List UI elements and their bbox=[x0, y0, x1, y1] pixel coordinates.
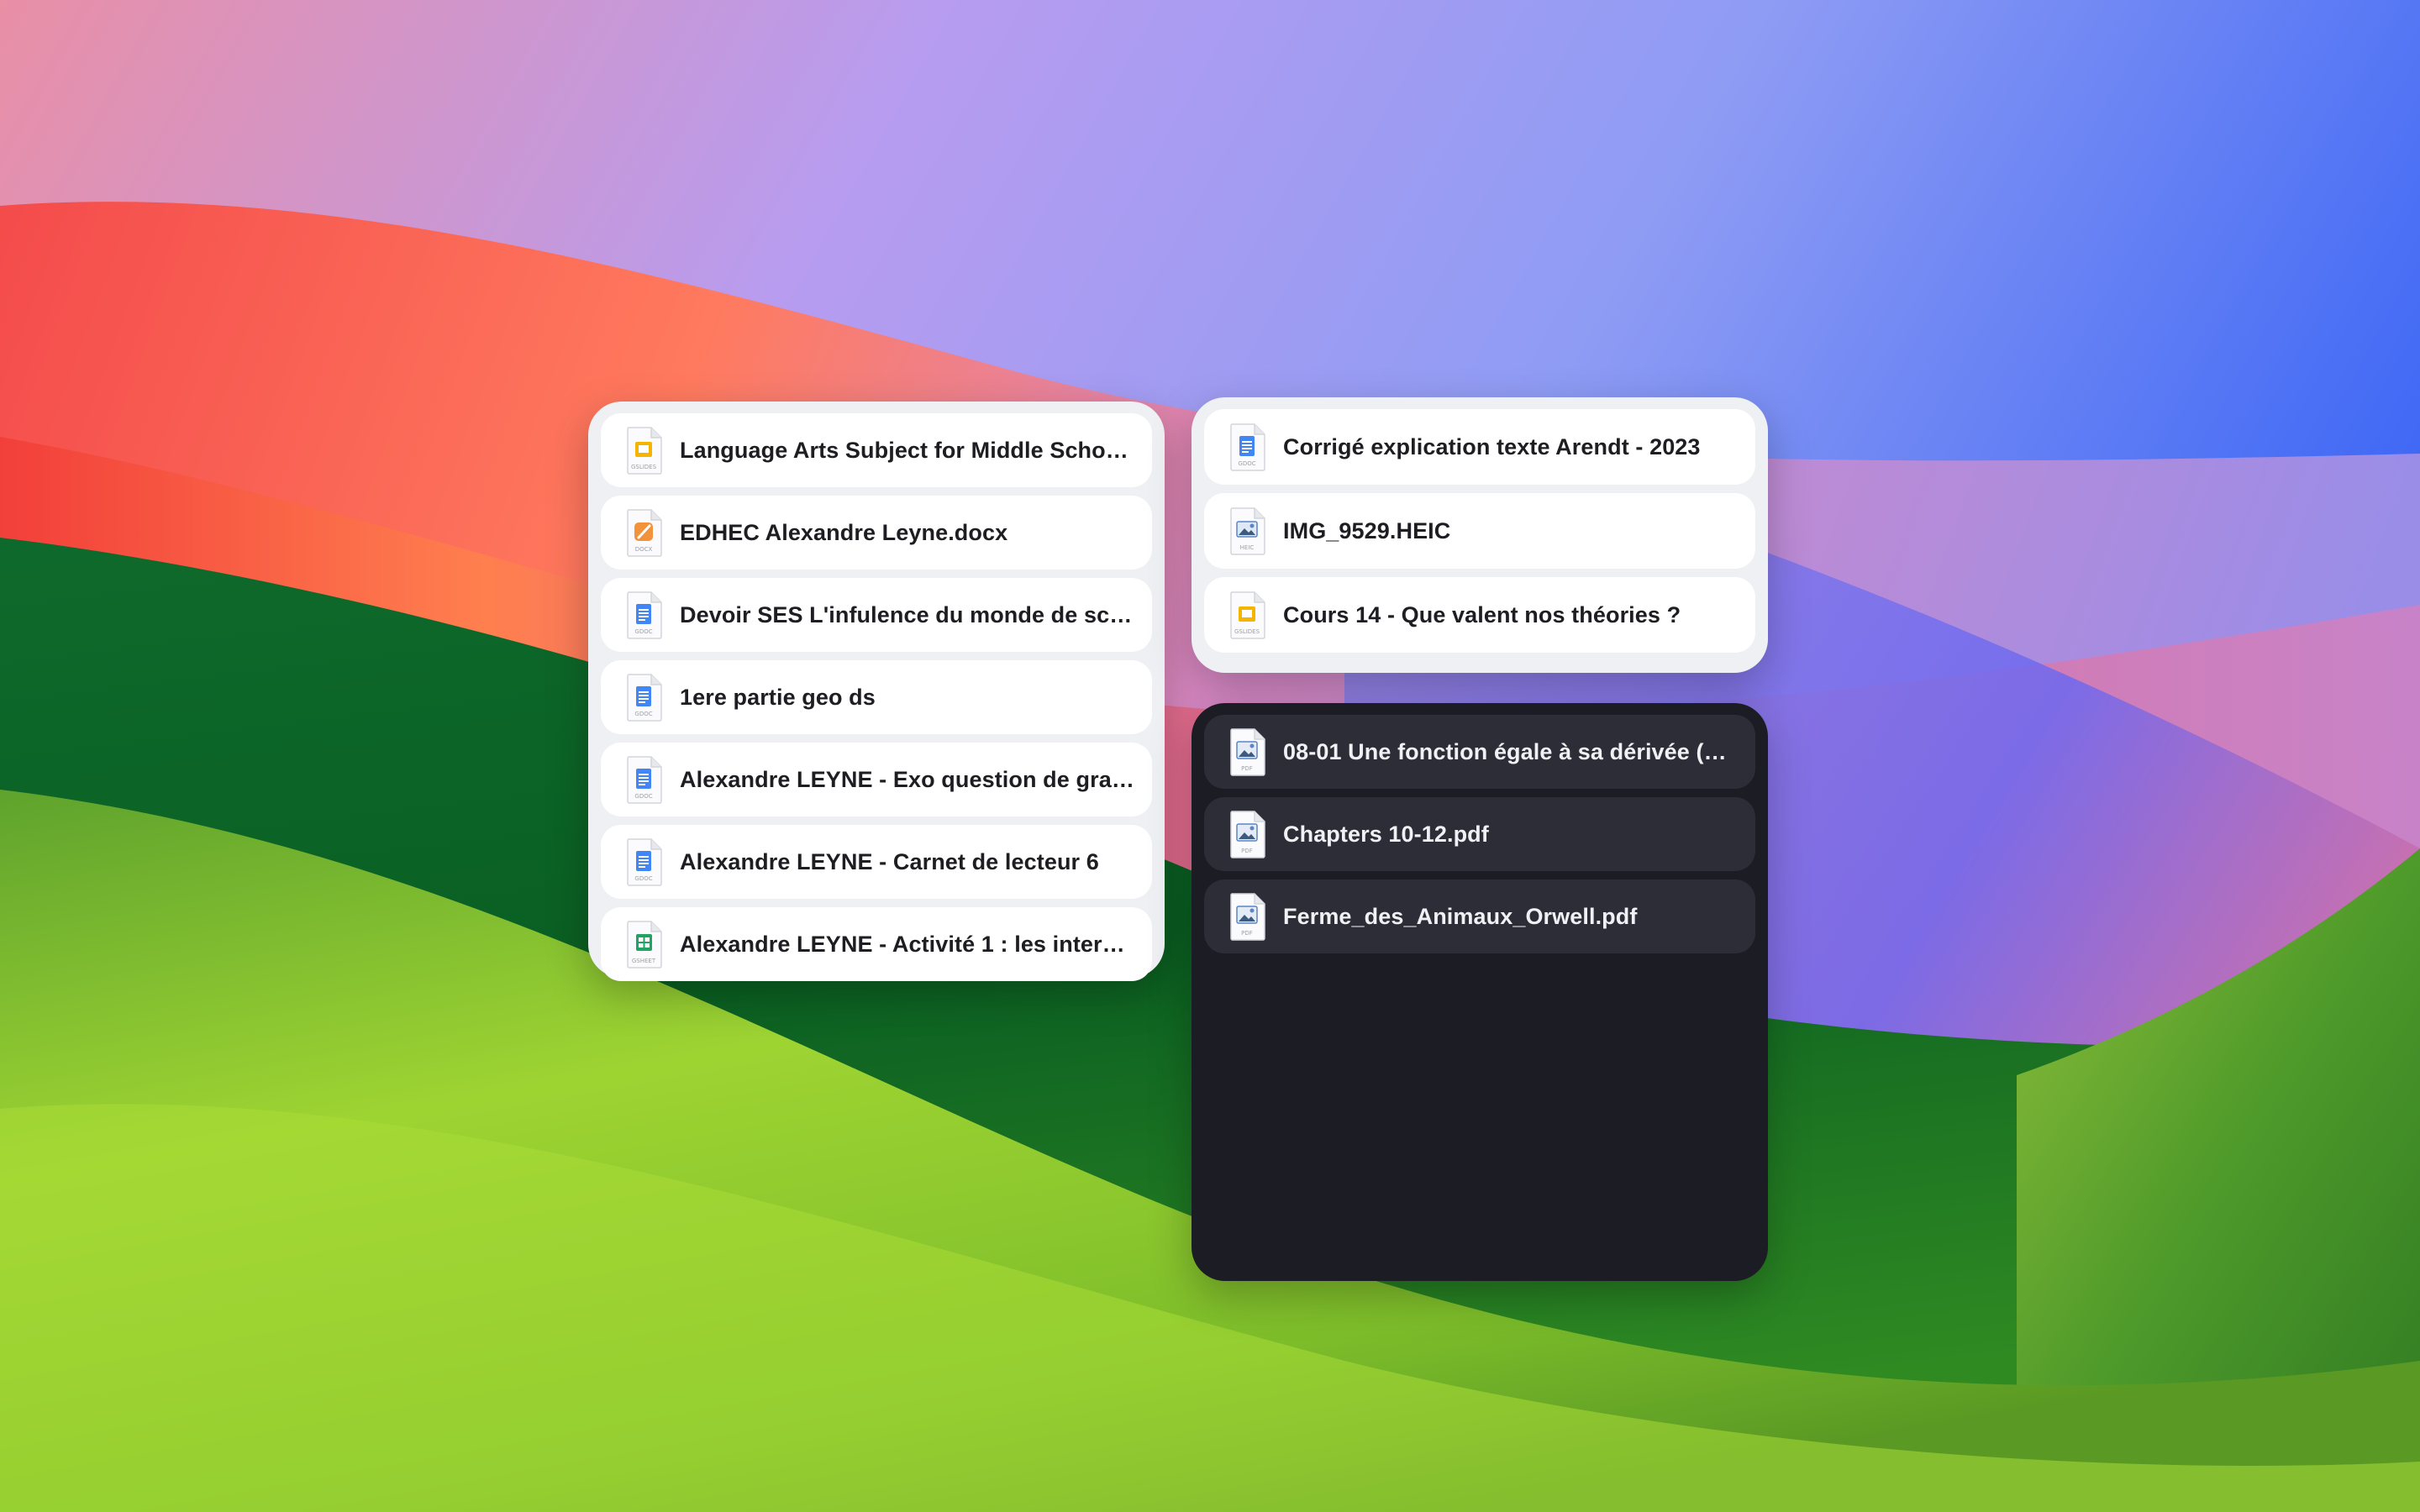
cloud-files-widget: GDOC Corrigé explication texte Arendt - … bbox=[1192, 397, 1768, 673]
file-row[interactable]: GDOC Alexandre LEYNE - Exo question de g… bbox=[601, 743, 1152, 816]
file-name: IMG_9529.HEIC bbox=[1283, 517, 1451, 543]
file-name: EDHEC Alexandre Leyne.docx bbox=[680, 519, 1008, 545]
doc-file-icon: GDOC bbox=[626, 673, 663, 722]
doc-file-icon: GDOC bbox=[626, 755, 663, 804]
file-name: 08-01 Une fonction égale à sa dérivée (C… bbox=[1283, 738, 1740, 764]
file-row[interactable]: GSLIDES Cours 14 - Que valent nos théori… bbox=[1204, 577, 1755, 653]
svg-text:PDF: PDF bbox=[1241, 930, 1253, 937]
svg-text:DOCX: DOCX bbox=[635, 546, 653, 553]
file-name: Chapters 10-12.pdf bbox=[1283, 821, 1489, 847]
file-row[interactable]: DOCX EDHEC Alexandre Leyne.docx bbox=[601, 496, 1152, 570]
file-row[interactable]: GDOC 1ere partie geo ds bbox=[601, 660, 1152, 734]
file-row[interactable]: GDOC Alexandre LEYNE - Carnet de lecteur… bbox=[601, 825, 1152, 899]
file-name: Alexandre LEYNE - Activité 1 : les inter… bbox=[680, 931, 1137, 957]
svg-text:GDOC: GDOC bbox=[634, 875, 652, 882]
file-row[interactable]: PDF 08-01 Une fonction égale à sa dérivé… bbox=[1204, 715, 1755, 789]
file-name: Language Arts Subject for Middle School … bbox=[680, 437, 1137, 463]
slides-file-icon: GSLIDES bbox=[626, 426, 663, 475]
file-name: 1ere partie geo ds bbox=[680, 684, 876, 710]
svg-text:HEIC: HEIC bbox=[1240, 544, 1255, 551]
doc-file-icon: GDOC bbox=[1229, 423, 1266, 471]
svg-text:GDOC: GDOC bbox=[634, 793, 652, 800]
doc-file-icon: GDOC bbox=[626, 837, 663, 886]
pages-file-icon: DOCX bbox=[626, 508, 663, 557]
svg-text:PDF: PDF bbox=[1241, 848, 1253, 854]
svg-text:GDOC: GDOC bbox=[1238, 460, 1255, 467]
file-name: Corrigé explication texte Arendt - 2023 bbox=[1283, 433, 1701, 459]
file-name: Cours 14 - Que valent nos théories ? bbox=[1283, 601, 1681, 627]
pdf-file-icon: PDF bbox=[1229, 810, 1266, 858]
file-name: Alexandre LEYNE - Exo question de gram..… bbox=[680, 766, 1137, 792]
pdf-files-widget: PDF 08-01 Une fonction égale à sa dérivé… bbox=[1192, 703, 1768, 1281]
svg-text:GSLIDES: GSLIDES bbox=[1234, 628, 1260, 635]
file-row[interactable]: GDOC Devoir SES L'infulence du monde de … bbox=[601, 578, 1152, 652]
svg-text:GSLIDES: GSLIDES bbox=[631, 464, 657, 470]
pdf-file-icon: PDF bbox=[1229, 892, 1266, 941]
svg-text:GDOC: GDOC bbox=[634, 628, 652, 635]
pdf-file-icon: PDF bbox=[1229, 727, 1266, 776]
sheet-file-icon: GSHEET bbox=[626, 920, 663, 969]
svg-text:GSHEET: GSHEET bbox=[632, 958, 656, 964]
svg-text:PDF: PDF bbox=[1241, 765, 1253, 772]
file-name: Devoir SES L'infulence du monde de scrut… bbox=[680, 601, 1137, 627]
file-name: Ferme_des_Animaux_Orwell.pdf bbox=[1283, 903, 1638, 929]
file-row[interactable]: GSLIDES Language Arts Subject for Middle… bbox=[601, 413, 1152, 487]
doc-file-icon: GDOC bbox=[626, 591, 663, 639]
slides-file-icon: GSLIDES bbox=[1229, 591, 1266, 639]
svg-text:GDOC: GDOC bbox=[634, 711, 652, 717]
file-row[interactable]: PDF Ferme_des_Animaux_Orwell.pdf bbox=[1204, 879, 1755, 953]
file-row[interactable]: PDF Chapters 10-12.pdf bbox=[1204, 797, 1755, 871]
file-name: Alexandre LEYNE - Carnet de lecteur 6 bbox=[680, 848, 1099, 874]
image-file-icon: HEIC bbox=[1229, 507, 1266, 555]
file-row[interactable]: GDOC Corrigé explication texte Arendt - … bbox=[1204, 409, 1755, 485]
file-row[interactable]: HEIC IMG_9529.HEIC bbox=[1204, 493, 1755, 569]
recent-files-widget: GSLIDES Language Arts Subject for Middle… bbox=[588, 402, 1165, 981]
file-row[interactable]: GSHEET Alexandre LEYNE - Activité 1 : le… bbox=[601, 907, 1152, 981]
